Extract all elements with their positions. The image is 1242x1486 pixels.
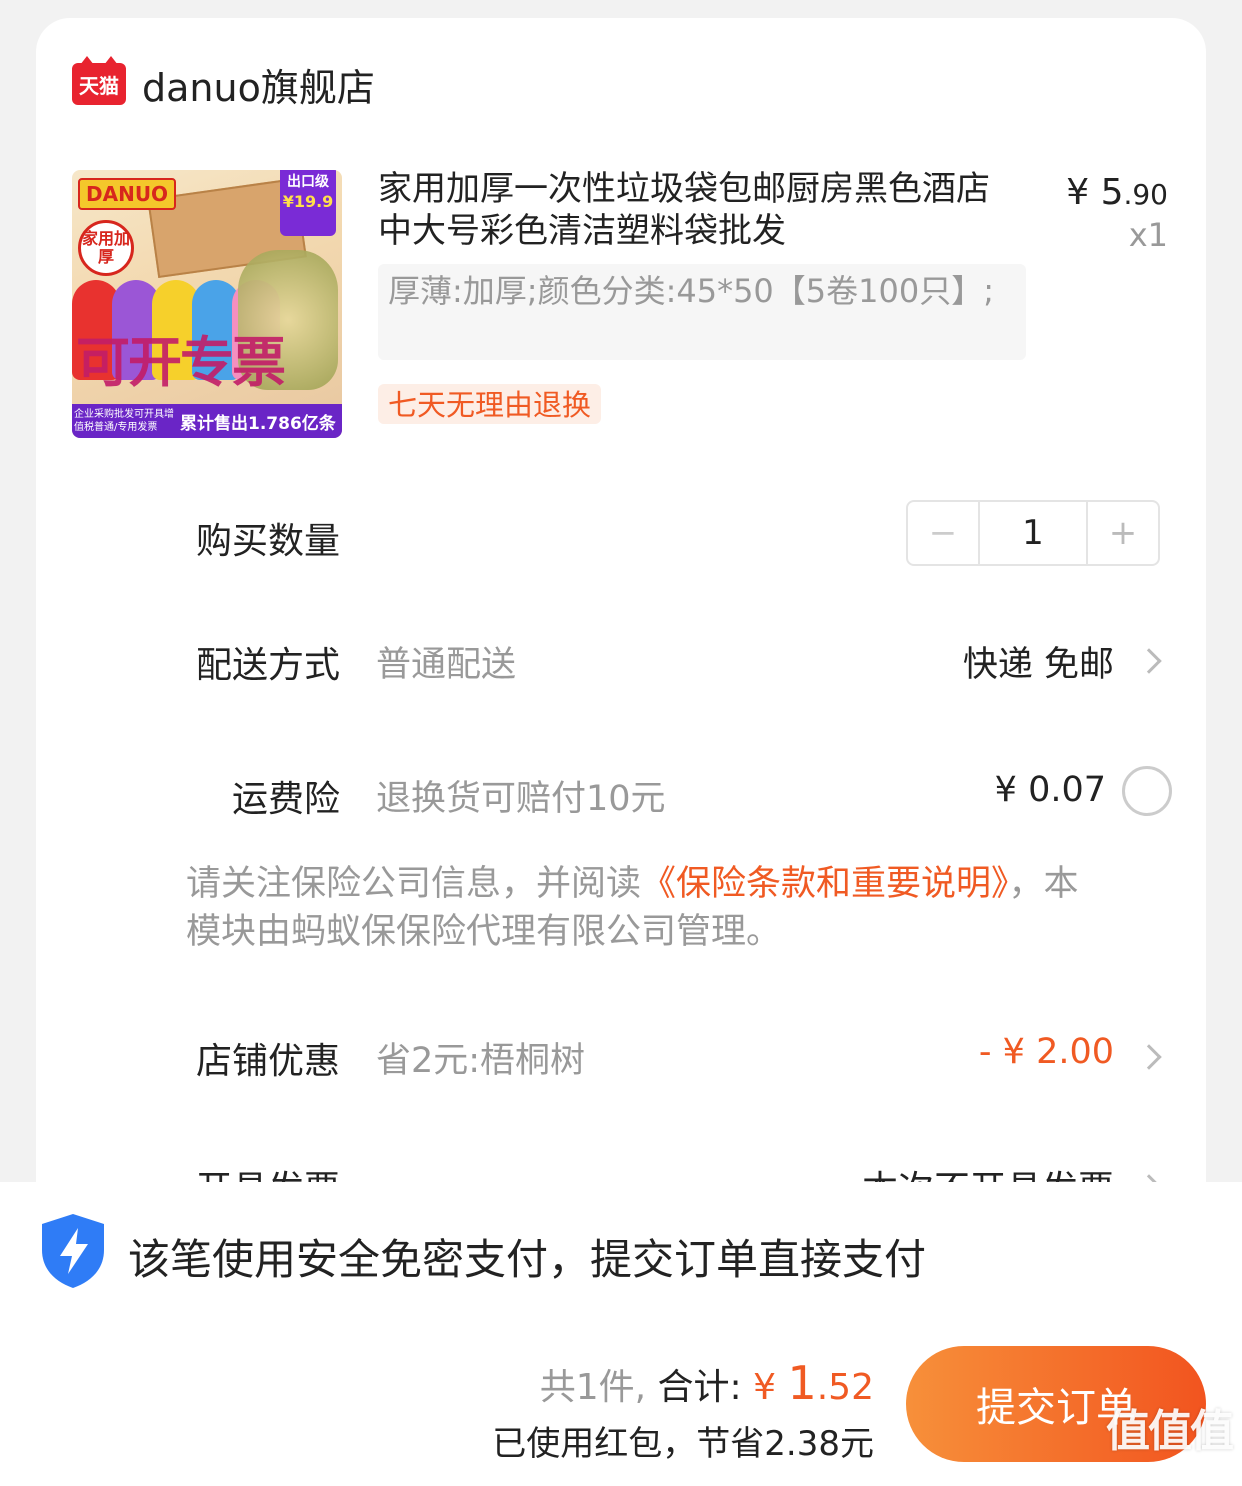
- quantity-label: 购买数量: [195, 521, 340, 562]
- delivery-label: 配送方式: [195, 645, 340, 686]
- insurance-price: ¥ 0.07: [994, 770, 1106, 810]
- shield-lightning-icon: [42, 1214, 104, 1288]
- notice-text-before: 请关注保险公司信息，并阅读: [186, 864, 642, 904]
- product-image-footer: 企业采购批发可开具增值税普通/专用发票 累计售出1.786亿条: [72, 404, 342, 438]
- summary-currency: ¥: [753, 1367, 776, 1408]
- insurance-radio[interactable]: [1122, 766, 1172, 816]
- product-image-brand: DANUO: [78, 178, 177, 210]
- discount-sub: 省2元:梧桐树: [376, 1041, 586, 1081]
- price-currency: ¥: [1066, 172, 1090, 213]
- insurance-sub: 退换货可赔付10元: [376, 779, 666, 819]
- payment-note: 该笔使用安全免密支付，提交订单直接支付: [128, 1235, 927, 1284]
- summary-total-int: 1: [787, 1356, 817, 1410]
- insurance-notice: 请关注保险公司信息，并阅读《保险条款和重要说明》，本模块由蚂蚁保保险代理有限公司…: [186, 860, 1086, 956]
- tmall-logo: 天猫: [72, 56, 126, 105]
- product-image-stamp: 可开专票: [76, 331, 286, 394]
- summary-total-label: 合计:: [657, 1367, 742, 1408]
- summary-count: 共1件,: [539, 1367, 647, 1408]
- discount-value[interactable]: - ¥ 2.00: [979, 1032, 1114, 1072]
- watermark-site: zhizhizhi.com: [1106, 1459, 1232, 1478]
- export-price: ¥19.9: [282, 192, 334, 211]
- price-int: 5: [1100, 172, 1124, 213]
- order-summary: 共1件, 合计: ¥ 1.52 已使用红包，节省2.38元: [492, 1356, 874, 1465]
- product-image-round-badge: 家用加厚: [78, 220, 134, 276]
- order-card: 天猫 danuo旗舰店 DANUO 家用加厚 出口级 ¥19.9 可开专票 企业…: [36, 18, 1206, 1218]
- discount-label: 店铺优惠: [195, 1041, 340, 1082]
- checkout-bar: 该笔使用安全免密支付，提交订单直接支付 共1件, 合计: ¥ 1.52 已使用红…: [0, 1182, 1242, 1486]
- shop-name[interactable]: danuo旗舰店: [142, 57, 375, 112]
- price-dec: .90: [1123, 178, 1168, 211]
- delivery-chevron-icon[interactable]: [1136, 648, 1162, 674]
- delivery-value[interactable]: 快递 免邮: [963, 636, 1114, 687]
- shop-header[interactable]: 天猫 danuo旗舰店: [72, 56, 375, 110]
- product-image[interactable]: DANUO 家用加厚 出口级 ¥19.9 可开专票 企业采购批发可开具增值税普通…: [72, 170, 342, 438]
- quantity-stepper[interactable]: − 1 +: [906, 500, 1160, 566]
- quantity-plus-button[interactable]: +: [1086, 502, 1158, 564]
- product-image-footer-big: 累计售出1.786亿条: [180, 413, 336, 434]
- service-tag: 七天无理由退换: [378, 384, 602, 424]
- summary-total-amount: ¥ 1.52: [753, 1356, 874, 1410]
- watermark: 值值值 zhizhizhi.com: [1106, 1395, 1234, 1478]
- insurance-label: 运费险: [231, 779, 340, 820]
- quantity-minus-button[interactable]: −: [908, 502, 980, 564]
- quantity-input[interactable]: 1: [980, 502, 1086, 564]
- product-title[interactable]: 家用加厚一次性垃圾袋包邮厨房黑色酒店中大号彩色清洁塑料袋批发: [378, 168, 1018, 252]
- discount-chevron-icon[interactable]: [1136, 1044, 1162, 1070]
- product-image-export-badge: 出口级 ¥19.9: [280, 170, 336, 236]
- product-quantity-tag: x1: [1128, 216, 1168, 254]
- product-sku[interactable]: 厚薄:加厚;颜色分类:45*50【5卷100只】;: [378, 264, 1026, 360]
- delivery-sub: 普通配送: [376, 645, 517, 685]
- product-image-footer-small: 企业采购批发可开具增值税普通/专用发票: [74, 409, 174, 433]
- insurance-terms-link[interactable]: 《保险条款和重要说明》: [641, 864, 1009, 904]
- watermark-logo: 值值值: [1106, 1406, 1234, 1457]
- export-label: 出口级: [287, 174, 329, 190]
- summary-total-line: 共1件, 合计: ¥ 1.52: [492, 1356, 874, 1410]
- summary-saving: 已使用红包，节省2.38元: [492, 1424, 874, 1464]
- summary-total-dec: .52: [816, 1367, 874, 1408]
- product-price: ¥ 5.90: [1066, 172, 1168, 213]
